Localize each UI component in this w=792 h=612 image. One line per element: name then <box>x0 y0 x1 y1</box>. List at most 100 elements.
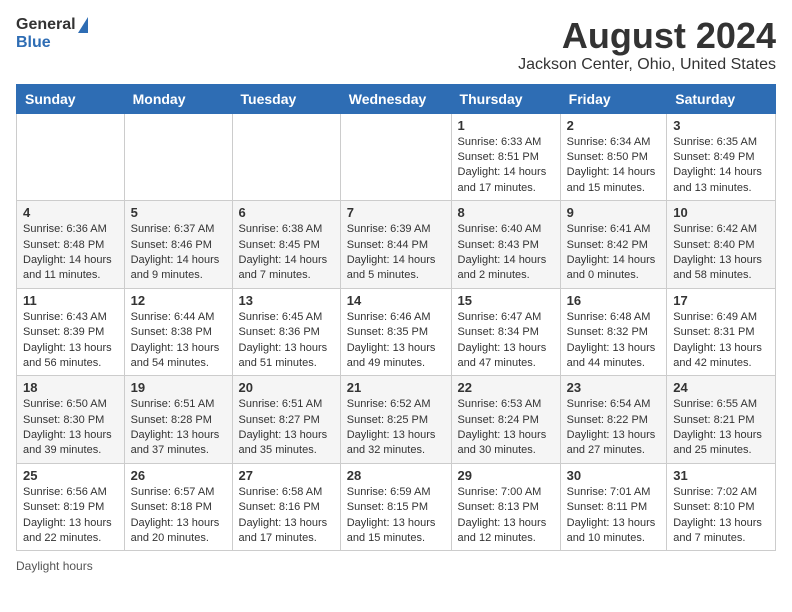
day-info: Sunrise: 6:44 AM Sunset: 8:38 PM Dayligh… <box>131 310 226 372</box>
day-number: 4 <box>23 205 118 220</box>
day-number: 25 <box>23 468 118 483</box>
calendar-day-cell: 26 Sunrise: 6:57 AM Sunset: 8:18 PM Dayli… <box>124 463 232 551</box>
day-number: 11 <box>23 293 118 308</box>
calendar-day-cell <box>340 113 451 201</box>
day-number: 16 <box>567 293 661 308</box>
calendar-day-cell: 21 Sunrise: 6:52 AM Sunset: 8:25 PM Dayli… <box>340 376 451 464</box>
calendar-day-cell: 6Sunrise: 6:38 AM Sunset: 8:45 PM Daylig… <box>232 201 340 289</box>
day-info: Sunrise: 6:43 AM Sunset: 8:39 PM Dayligh… <box>23 310 118 372</box>
calendar-header-row: SundayMondayTuesdayWednesdayThursdayFrid… <box>17 84 776 113</box>
day-info: Sunrise: 6:37 AM Sunset: 8:46 PM Dayligh… <box>131 222 226 284</box>
day-info: Sunrise: 7:01 AM Sunset: 8:11 PM Dayligh… <box>567 485 661 547</box>
calendar-day-cell: 13Sunrise: 6:45 AM Sunset: 8:36 PM Dayli… <box>232 288 340 376</box>
page-title: August 2024 <box>518 16 776 56</box>
calendar-day-cell: 29 Sunrise: 7:00 AM Sunset: 8:13 PM Dayli… <box>451 463 560 551</box>
day-info: Sunrise: 6:46 AM Sunset: 8:35 PM Dayligh… <box>347 310 445 372</box>
calendar-day-cell: 28 Sunrise: 6:59 AM Sunset: 8:15 PM Dayli… <box>340 463 451 551</box>
day-info: Sunrise: 6:53 AM Sunset: 8:24 PM Dayligh… <box>458 397 554 459</box>
day-info: Sunrise: 6:39 AM Sunset: 8:44 PM Dayligh… <box>347 222 445 284</box>
calendar-header-cell: Wednesday <box>340 84 451 113</box>
day-number: 24 <box>673 380 769 395</box>
calendar-day-cell: 14 Sunrise: 6:46 AM Sunset: 8:35 PM Dayli… <box>340 288 451 376</box>
day-info: Sunrise: 6:35 AM Sunset: 8:49 PM Dayligh… <box>673 135 769 197</box>
calendar-day-cell: 15Sunrise: 6:47 AM Sunset: 8:34 PM Dayli… <box>451 288 560 376</box>
calendar-day-cell: 11 Sunrise: 6:43 AM Sunset: 8:39 PM Dayli… <box>17 288 125 376</box>
day-info: Sunrise: 6:40 AM Sunset: 8:43 PM Dayligh… <box>458 222 554 284</box>
calendar-header-cell: Saturday <box>667 84 776 113</box>
calendar-week-row: 11 Sunrise: 6:43 AM Sunset: 8:39 PM Dayli… <box>17 288 776 376</box>
day-number: 1 <box>458 118 554 133</box>
day-number: 18 <box>23 380 118 395</box>
calendar-day-cell <box>124 113 232 201</box>
calendar-week-row: 1 Sunrise: 6:33 AM Sunset: 8:51 PM Daylig… <box>17 113 776 201</box>
calendar-day-cell <box>17 113 125 201</box>
day-number: 30 <box>567 468 661 483</box>
day-number: 5 <box>131 205 226 220</box>
calendar-week-row: 4Sunrise: 6:36 AM Sunset: 8:48 PM Daylig… <box>17 201 776 289</box>
calendar-day-cell: 10Sunrise: 6:42 AM Sunset: 8:40 PM Dayli… <box>667 201 776 289</box>
calendar-day-cell: 18 Sunrise: 6:50 AM Sunset: 8:30 PM Dayli… <box>17 376 125 464</box>
day-info: Sunrise: 6:52 AM Sunset: 8:25 PM Dayligh… <box>347 397 445 459</box>
day-number: 2 <box>567 118 661 133</box>
calendar-header-cell: Sunday <box>17 84 125 113</box>
day-number: 20 <box>239 380 334 395</box>
calendar-day-cell: 24 Sunrise: 6:55 AM Sunset: 8:21 PM Dayli… <box>667 376 776 464</box>
calendar-day-cell: 19Sunrise: 6:51 AM Sunset: 8:28 PM Dayli… <box>124 376 232 464</box>
day-info: Sunrise: 6:42 AM Sunset: 8:40 PM Dayligh… <box>673 222 769 284</box>
calendar-header-cell: Tuesday <box>232 84 340 113</box>
calendar-day-cell: 2Sunrise: 6:34 AM Sunset: 8:50 PM Daylig… <box>560 113 667 201</box>
day-number: 31 <box>673 468 769 483</box>
calendar-week-row: 25 Sunrise: 6:56 AM Sunset: 8:19 PM Dayli… <box>17 463 776 551</box>
day-info: Sunrise: 6:51 AM Sunset: 8:27 PM Dayligh… <box>239 397 334 459</box>
page-subtitle: Jackson Center, Ohio, United States <box>518 56 776 74</box>
calendar-day-cell: 5 Sunrise: 6:37 AM Sunset: 8:46 PM Daylig… <box>124 201 232 289</box>
calendar-day-cell: 22 Sunrise: 6:53 AM Sunset: 8:24 PM Dayli… <box>451 376 560 464</box>
calendar-day-cell: 8Sunrise: 6:40 AM Sunset: 8:43 PM Daylig… <box>451 201 560 289</box>
day-number: 29 <box>458 468 554 483</box>
day-info: Sunrise: 6:55 AM Sunset: 8:21 PM Dayligh… <box>673 397 769 459</box>
day-number: 6 <box>239 205 334 220</box>
day-info: Sunrise: 6:48 AM Sunset: 8:32 PM Dayligh… <box>567 310 661 372</box>
calendar-day-cell: 9Sunrise: 6:41 AM Sunset: 8:42 PM Daylig… <box>560 201 667 289</box>
day-number: 28 <box>347 468 445 483</box>
day-number: 12 <box>131 293 226 308</box>
logo-icon <box>78 17 88 33</box>
day-number: 13 <box>239 293 334 308</box>
calendar-day-cell: 3Sunrise: 6:35 AM Sunset: 8:49 PM Daylig… <box>667 113 776 201</box>
day-info: Sunrise: 6:57 AM Sunset: 8:18 PM Dayligh… <box>131 485 226 547</box>
calendar-day-cell: 4Sunrise: 6:36 AM Sunset: 8:48 PM Daylig… <box>17 201 125 289</box>
day-info: Sunrise: 6:50 AM Sunset: 8:30 PM Dayligh… <box>23 397 118 459</box>
day-number: 17 <box>673 293 769 308</box>
logo-general-text: General <box>16 16 76 34</box>
calendar-day-cell: 16 Sunrise: 6:48 AM Sunset: 8:32 PM Dayli… <box>560 288 667 376</box>
day-info: Sunrise: 6:56 AM Sunset: 8:19 PM Dayligh… <box>23 485 118 547</box>
calendar-header-cell: Monday <box>124 84 232 113</box>
day-info: Sunrise: 6:49 AM Sunset: 8:31 PM Dayligh… <box>673 310 769 372</box>
day-info: Sunrise: 6:59 AM Sunset: 8:15 PM Dayligh… <box>347 485 445 547</box>
calendar-week-row: 18 Sunrise: 6:50 AM Sunset: 8:30 PM Dayli… <box>17 376 776 464</box>
day-number: 21 <box>347 380 445 395</box>
calendar-day-cell: 1 Sunrise: 6:33 AM Sunset: 8:51 PM Daylig… <box>451 113 560 201</box>
calendar-day-cell: 23Sunrise: 6:54 AM Sunset: 8:22 PM Dayli… <box>560 376 667 464</box>
calendar-day-cell: 20 Sunrise: 6:51 AM Sunset: 8:27 PM Dayli… <box>232 376 340 464</box>
day-info: Sunrise: 6:54 AM Sunset: 8:22 PM Dayligh… <box>567 397 661 459</box>
day-number: 19 <box>131 380 226 395</box>
day-number: 14 <box>347 293 445 308</box>
calendar-header-cell: Friday <box>560 84 667 113</box>
calendar-day-cell: 30 Sunrise: 7:01 AM Sunset: 8:11 PM Dayli… <box>560 463 667 551</box>
footer-note: Daylight hours <box>16 559 776 573</box>
calendar-day-cell: 27Sunrise: 6:58 AM Sunset: 8:16 PM Dayli… <box>232 463 340 551</box>
calendar-day-cell: 31 Sunrise: 7:02 AM Sunset: 8:10 PM Dayli… <box>667 463 776 551</box>
day-number: 26 <box>131 468 226 483</box>
day-info: Sunrise: 7:00 AM Sunset: 8:13 PM Dayligh… <box>458 485 554 547</box>
title-area: August 2024 Jackson Center, Ohio, United… <box>518 16 776 74</box>
day-number: 22 <box>458 380 554 395</box>
day-info: Sunrise: 7:02 AM Sunset: 8:10 PM Dayligh… <box>673 485 769 547</box>
day-info: Sunrise: 6:41 AM Sunset: 8:42 PM Dayligh… <box>567 222 661 284</box>
day-number: 7 <box>347 205 445 220</box>
calendar-day-cell: 17 Sunrise: 6:49 AM Sunset: 8:31 PM Dayli… <box>667 288 776 376</box>
calendar-day-cell: 25 Sunrise: 6:56 AM Sunset: 8:19 PM Dayli… <box>17 463 125 551</box>
logo: General Blue <box>16 16 88 51</box>
header: General Blue August 2024 Jackson Center,… <box>16 16 776 74</box>
day-info: Sunrise: 6:33 AM Sunset: 8:51 PM Dayligh… <box>458 135 554 197</box>
